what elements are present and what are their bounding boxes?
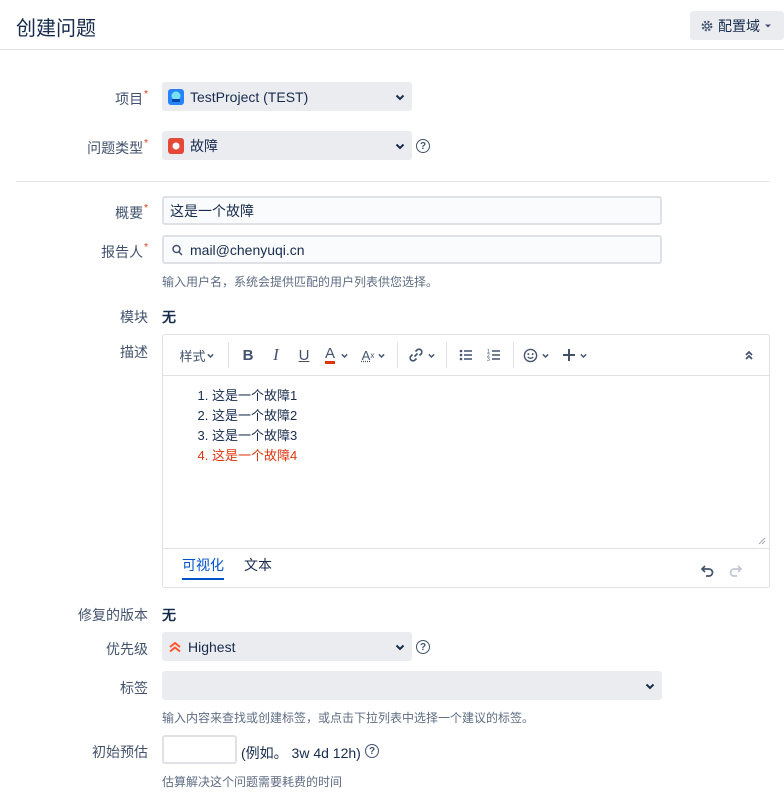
toolbar-divider	[397, 342, 398, 368]
undo-icon[interactable]	[700, 565, 714, 577]
list-item: 这是一个故障1	[212, 386, 769, 406]
reporter-help: 输入用户名，系统会提供匹配的用户列表供您选择。	[162, 275, 439, 289]
chevron-down-icon	[541, 353, 549, 358]
issue-type-value: 故障	[190, 137, 218, 154]
labels-select[interactable]	[162, 671, 662, 700]
editor-content[interactable]: 这是一个故障1 这是一个故障2 这是一个故障3 这是一个故障4	[163, 376, 769, 548]
editor-footer: 可视化 文本	[163, 548, 769, 588]
project-avatar-icon	[168, 88, 184, 105]
chevron-down-icon	[378, 353, 385, 358]
description-list: 这是一个故障1 这是一个故障2 这是一个故障3 这是一个故障4	[163, 386, 769, 466]
double-chevron-up-icon	[745, 350, 753, 360]
text-style-icon: A	[361, 347, 371, 363]
reporter-value: mail@chenyuqi.cn	[190, 241, 305, 258]
smiley-icon	[523, 348, 537, 362]
help-icon[interactable]: ?	[416, 640, 430, 654]
labels-help: 输入内容来查找或创建标签，或点击下拉列表中选择一个建议的标签。	[162, 711, 535, 725]
labels-label: 标签	[120, 680, 148, 696]
estimate-help: 估算解决这个问题需要耗费的时间	[162, 775, 343, 789]
chevron-down-icon	[341, 353, 348, 358]
project-select[interactable]: TestProject (TEST)	[162, 82, 412, 111]
configure-fields-button[interactable]: 配置域	[690, 11, 784, 40]
reporter-input[interactable]: mail@chenyuqi.cn	[162, 235, 662, 264]
summary-value: 这是一个故障	[170, 202, 254, 219]
priority-label: 优先级	[106, 641, 148, 657]
component-label: 模块	[120, 309, 148, 325]
collapse-toolbar-button[interactable]	[735, 341, 763, 369]
plus-icon	[563, 349, 575, 361]
description-editor[interactable]: 样式 B I U A Ax 123 1. 这是一个故障1 2. 这是一个故障2 …	[162, 334, 770, 588]
insert-more-button[interactable]	[557, 341, 593, 369]
component-value: 无	[162, 309, 176, 325]
bullet-list-icon	[459, 349, 472, 361]
issue-type-label: 问题类型*	[87, 138, 148, 156]
chevron-down-icon	[206, 353, 214, 358]
estimate-input[interactable]	[162, 735, 237, 764]
chevron-down-icon	[395, 644, 405, 650]
numbered-list-icon: 123	[487, 349, 500, 362]
toolbar-divider	[228, 342, 229, 368]
estimate-example: (例如。 3w 4d 12h)	[241, 745, 361, 761]
editor-toolbar: 样式 B I U A Ax 123	[163, 335, 769, 376]
caret-down-icon	[765, 24, 771, 27]
chevron-down-icon	[395, 143, 405, 149]
header-divider	[0, 49, 784, 50]
bug-icon	[168, 137, 184, 154]
reporter-label: 报告人*	[101, 242, 148, 260]
resize-handle-icon[interactable]	[758, 537, 766, 545]
bold-button[interactable]: B	[234, 341, 262, 369]
text-color-icon: A	[324, 344, 335, 364]
emoji-button[interactable]	[519, 341, 553, 369]
list-item: 这是一个故障3	[212, 426, 769, 446]
summary-label: 概要*	[115, 203, 148, 221]
redo-icon[interactable]	[729, 565, 743, 577]
chevron-down-icon	[428, 353, 435, 358]
summary-input[interactable]: 这是一个故障	[162, 196, 662, 225]
chevron-down-icon	[580, 353, 587, 358]
configure-fields-label: 配置域	[718, 17, 760, 34]
tab-text[interactable]: 文本	[244, 555, 272, 575]
help-icon[interactable]: ?	[365, 744, 379, 758]
project-label: 项目*	[115, 89, 148, 107]
toolbar-divider	[446, 342, 447, 368]
chevron-down-icon	[645, 683, 655, 689]
list-item: 这是一个故障4	[212, 446, 769, 466]
italic-button[interactable]: I	[262, 341, 290, 369]
priority-value: Highest	[188, 638, 236, 655]
project-value: TestProject (TEST)	[190, 88, 309, 105]
tab-visual[interactable]: 可视化	[182, 548, 224, 580]
underline-button[interactable]: U	[290, 341, 318, 369]
fix-version-label: 修复的版本	[78, 607, 148, 623]
estimate-label: 初始预估	[92, 744, 148, 760]
style-label: 样式	[179, 348, 206, 364]
link-icon	[409, 348, 423, 362]
more-formatting-button[interactable]: Ax	[356, 341, 392, 369]
list-item: 这是一个故障2	[212, 406, 769, 426]
chevron-down-icon	[395, 94, 405, 100]
section-divider	[16, 181, 770, 182]
priority-select[interactable]: Highest	[162, 632, 412, 661]
link-button[interactable]	[403, 341, 441, 369]
fix-version-value: 无	[162, 607, 176, 623]
user-icon	[172, 244, 183, 256]
page-title: 创建问题	[16, 18, 96, 40]
bullet-list-button[interactable]	[452, 341, 480, 369]
gear-icon	[701, 20, 713, 31]
description-label: 描述	[120, 344, 148, 360]
numbered-list-button[interactable]: 123	[480, 341, 508, 369]
style-dropdown[interactable]: 样式	[171, 341, 223, 369]
priority-highest-icon	[169, 641, 181, 652]
toolbar-divider	[513, 342, 514, 368]
svg-text:3: 3	[487, 357, 490, 362]
issue-type-select[interactable]: 故障	[162, 131, 412, 160]
text-color-button[interactable]: A	[318, 341, 356, 369]
help-icon[interactable]: ?	[416, 139, 430, 153]
